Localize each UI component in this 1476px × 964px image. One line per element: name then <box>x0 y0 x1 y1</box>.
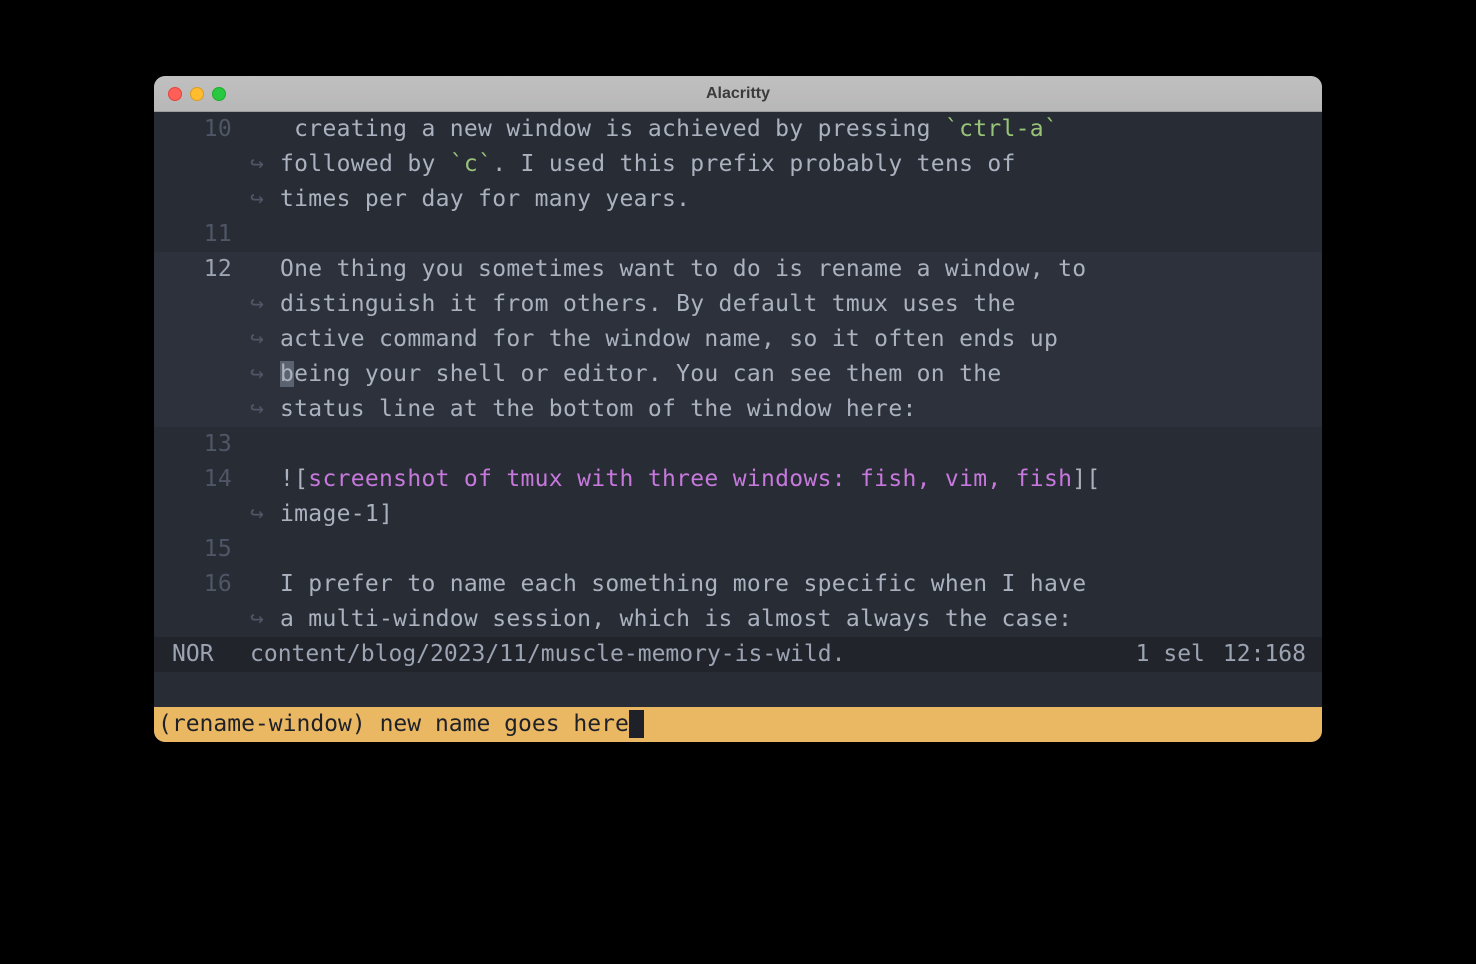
wrap-indicator-icon: ↪ <box>250 357 280 392</box>
gutter: 13 <box>154 427 250 462</box>
editor-line[interactable]: 13 <box>154 427 1322 462</box>
editor-line[interactable]: 15 <box>154 532 1322 567</box>
wrap-indicator-icon <box>250 567 280 602</box>
gutter <box>154 357 250 392</box>
editor-line[interactable]: ↪followed by `c`. I used this prefix pro… <box>154 147 1322 182</box>
line-content[interactable]: times per day for many years. <box>280 182 1322 217</box>
wrap-indicator-icon: ↪ <box>250 322 280 357</box>
wrap-indicator-icon: ↪ <box>250 287 280 322</box>
tmux-prompt-input[interactable]: new name goes here <box>380 707 629 742</box>
wrap-indicator-icon <box>250 217 280 252</box>
wrap-indicator-icon <box>250 252 280 287</box>
gutter <box>154 392 250 427</box>
line-content[interactable]: creating a new window is achieved by pre… <box>280 112 1322 147</box>
gutter <box>154 497 250 532</box>
traffic-lights <box>168 87 226 101</box>
editor-line[interactable]: 12 One thing you sometimes want to do is … <box>154 252 1322 287</box>
wrap-indicator-icon: ↪ <box>250 392 280 427</box>
wrap-indicator-icon: ↪ <box>250 602 280 637</box>
editor-line[interactable]: ↪being your shell or editor. You can see… <box>154 357 1322 392</box>
editor-line[interactable]: 11 <box>154 217 1322 252</box>
status-file: content/blog/2023/11/muscle-memory-is-wi… <box>250 637 1136 672</box>
editor-statusline: NOR content/blog/2023/11/muscle-memory-i… <box>154 637 1322 672</box>
gutter: 14 <box>154 462 250 497</box>
status-position: 12:168 <box>1223 637 1310 672</box>
gutter <box>154 182 250 217</box>
line-content[interactable]: being your shell or editor. You can see … <box>280 357 1322 392</box>
line-content[interactable]: image-1] <box>280 497 1322 532</box>
wrap-indicator-icon <box>250 462 280 497</box>
line-content[interactable] <box>280 532 1322 567</box>
gutter: 11 <box>154 217 250 252</box>
line-content[interactable]: followed by `c`. I used this prefix prob… <box>280 147 1322 182</box>
editor-line[interactable]: ↪times per day for many years. <box>154 182 1322 217</box>
line-content[interactable]: status line at the bottom of the window … <box>280 392 1322 427</box>
gutter <box>154 322 250 357</box>
editor-line[interactable]: ↪a multi-window session, which is almost… <box>154 602 1322 637</box>
line-content[interactable] <box>280 217 1322 252</box>
editor-area[interactable]: 10 creating a new window is achieved by … <box>154 112 1322 637</box>
editor-line[interactable]: ↪active command for the window name, so … <box>154 322 1322 357</box>
wrap-indicator-icon: ↪ <box>250 497 280 532</box>
gutter <box>154 147 250 182</box>
minimize-button[interactable] <box>190 87 204 101</box>
line-content[interactable]: distinguish it from others. By default t… <box>280 287 1322 322</box>
wrap-indicator-icon <box>250 427 280 462</box>
tmux-prompt-label: (rename-window) <box>158 707 380 742</box>
line-content[interactable]: I prefer to name each something more spe… <box>280 567 1322 602</box>
status-selection: 1 sel <box>1136 637 1223 672</box>
gutter: 10 <box>154 112 250 147</box>
editor-line[interactable]: 10 creating a new window is achieved by … <box>154 112 1322 147</box>
line-content[interactable]: active command for the window name, so i… <box>280 322 1322 357</box>
line-content[interactable]: ![screenshot of tmux with three windows:… <box>280 462 1322 497</box>
gutter: 12 <box>154 252 250 287</box>
wrap-indicator-icon: ↪ <box>250 182 280 217</box>
wrap-indicator-icon <box>250 112 280 147</box>
titlebar[interactable]: Alacritty <box>154 76 1322 112</box>
gutter: 15 <box>154 532 250 567</box>
status-mode: NOR <box>166 637 250 672</box>
tmux-rename-prompt[interactable]: (rename-window) new name goes here <box>154 707 1322 742</box>
gutter <box>154 602 250 637</box>
gutter <box>154 287 250 322</box>
editor-line[interactable]: ↪distinguish it from others. By default … <box>154 287 1322 322</box>
editor-line[interactable]: ↪status line at the bottom of the window… <box>154 392 1322 427</box>
wrap-indicator-icon: ↪ <box>250 147 280 182</box>
window-title: Alacritty <box>706 85 770 103</box>
editor-line[interactable]: 16 I prefer to name each something more s… <box>154 567 1322 602</box>
line-content[interactable]: a multi-window session, which is almost … <box>280 602 1322 637</box>
maximize-button[interactable] <box>212 87 226 101</box>
line-content[interactable] <box>280 427 1322 462</box>
close-button[interactable] <box>168 87 182 101</box>
tmux-cursor <box>629 710 644 738</box>
terminal-window: Alacritty 10 creating a new window is ac… <box>154 76 1322 742</box>
wrap-indicator-icon <box>250 532 280 567</box>
editor-line[interactable]: 14 ![screenshot of tmux with three window… <box>154 462 1322 497</box>
editor-line[interactable]: ↪image-1] <box>154 497 1322 532</box>
spacer <box>154 672 1322 707</box>
gutter: 16 <box>154 567 250 602</box>
editor-cursor: b <box>280 361 294 387</box>
line-content[interactable]: One thing you sometimes want to do is re… <box>280 252 1322 287</box>
